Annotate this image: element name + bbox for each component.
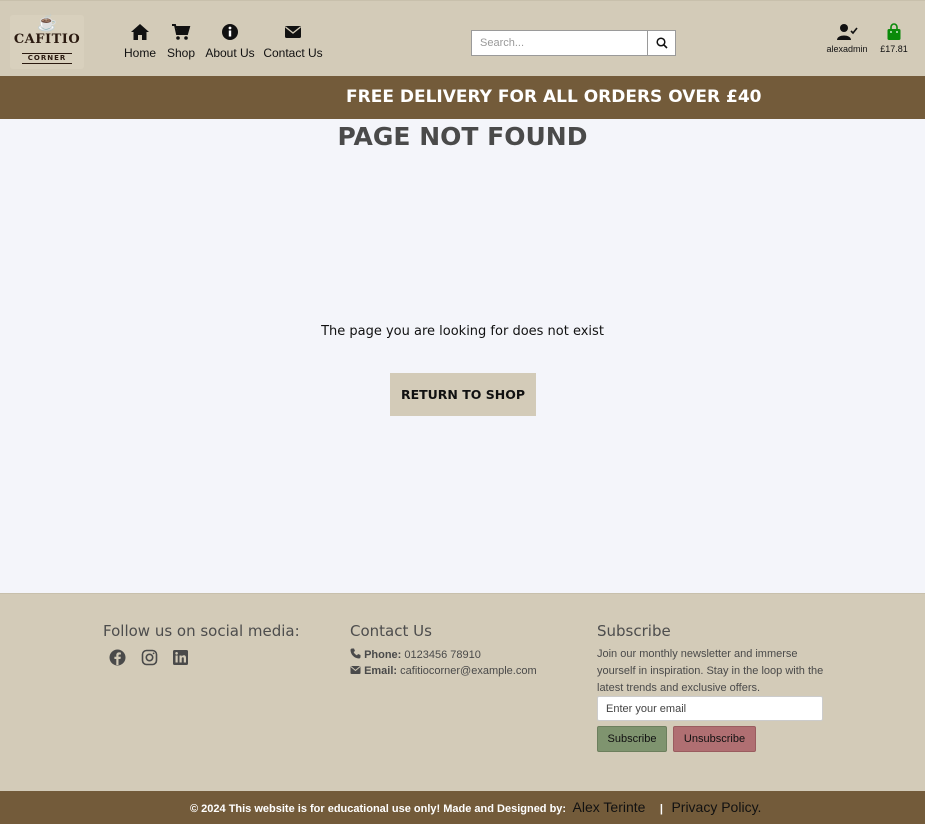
social-heading: Follow us on social media:	[103, 622, 300, 640]
phone-number: 0123456 78910	[404, 649, 481, 661]
logo-line-1: CAFITIO	[13, 32, 81, 47]
nav-contact[interactable]: Contact Us	[263, 23, 323, 60]
envelope-icon	[263, 23, 323, 43]
nav-about-label: About Us	[205, 46, 255, 60]
email-address: cafitiocorner@example.com	[400, 665, 537, 677]
bag-total: £17.81	[880, 44, 908, 54]
cart-icon	[166, 23, 196, 43]
return-to-shop-button[interactable]: RETURN TO SHOP	[390, 373, 536, 416]
linkedin-icon[interactable]	[172, 649, 190, 667]
info-icon	[204, 23, 256, 43]
phone-icon	[350, 648, 361, 659]
site-header: ☕ CAFITIO CORNER Home Shop About Us Cont…	[0, 0, 925, 76]
account-link[interactable]: alexadmin	[822, 23, 872, 54]
delivery-banner: FREE DELIVERY FOR ALL ORDERS OVER £40	[0, 76, 925, 119]
shopping-bag-link[interactable]: £17.81	[875, 23, 913, 54]
search-input[interactable]	[472, 31, 648, 55]
nav-contact-label: Contact Us	[263, 46, 323, 60]
subscribe-button[interactable]: Subscribe	[597, 726, 667, 752]
newsletter-email-input[interactable]	[597, 696, 823, 721]
page-title: PAGE NOT FOUND	[337, 122, 588, 151]
delivery-banner-text: FREE DELIVERY FOR ALL ORDERS OVER £40	[346, 87, 762, 107]
nav-shop[interactable]: Shop	[166, 23, 196, 60]
contact-heading: Contact Us	[350, 622, 432, 640]
instagram-icon[interactable]	[141, 649, 159, 667]
copyright-bar: © 2024 This website is for educational u…	[0, 791, 925, 824]
privacy-policy-link[interactable]: Privacy Policy.	[671, 799, 761, 815]
separator: |	[659, 803, 663, 815]
search-icon	[655, 37, 668, 49]
phone-label: Phone:	[364, 649, 402, 661]
copyright-line: © 2024 This website is for educational u…	[190, 799, 761, 817]
user-check-icon	[837, 24, 858, 40]
account-username: alexadmin	[826, 44, 868, 54]
unsubscribe-button[interactable]: Unsubscribe	[673, 726, 756, 752]
not-found-message: The page you are looking for does not ex…	[321, 324, 604, 339]
site-logo[interactable]: ☕ CAFITIO CORNER	[10, 15, 84, 69]
envelope-icon	[350, 666, 361, 674]
nav-home-label: Home	[124, 46, 157, 60]
nav-about[interactable]: About Us	[204, 23, 256, 60]
logo-line-2: CORNER	[21, 53, 73, 64]
facebook-icon[interactable]	[109, 649, 127, 667]
shopping-bag-icon	[887, 23, 901, 40]
contact-phone: Phone: 0123456 78910	[350, 648, 481, 661]
search-bar	[471, 30, 676, 56]
search-button[interactable]	[648, 31, 675, 55]
subscribe-description: Join our monthly newsletter and immerse …	[597, 648, 824, 694]
coffee-cup-icon: ☕	[37, 15, 57, 32]
home-icon	[124, 23, 156, 43]
site-footer: Follow us on social media: Contact Us Ph…	[0, 593, 925, 791]
copyright-text: © 2024 This website is for educational u…	[190, 803, 567, 815]
nav-home[interactable]: Home	[124, 23, 156, 60]
subscribe-heading: Subscribe	[597, 622, 671, 640]
email-label: Email:	[364, 665, 398, 677]
author-link[interactable]: Alex Terinte	[573, 799, 646, 815]
contact-email: Email: cafitiocorner@example.com	[350, 665, 537, 677]
nav-shop-label: Shop	[166, 46, 196, 60]
